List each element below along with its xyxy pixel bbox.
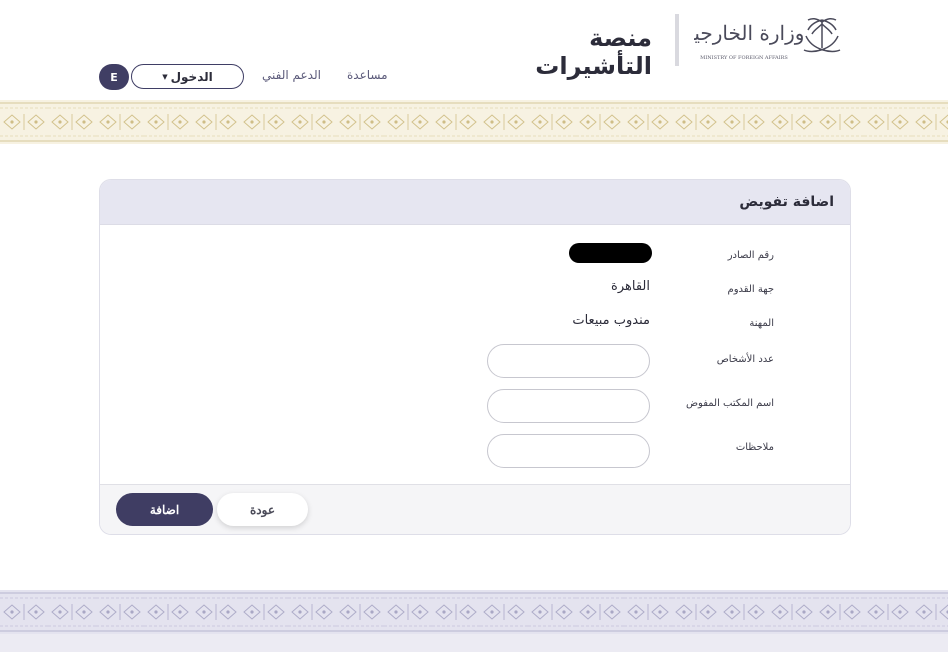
pattern-decoration [0, 590, 948, 634]
add-button[interactable]: اضافة [116, 493, 213, 526]
authorized-office-input[interactable] [487, 389, 650, 423]
issue-number-redacted [569, 243, 652, 263]
add-authorization-card: اضافة تفويض رقم الصادر جهة القدوم القاهر… [99, 179, 851, 535]
login-dropdown-button[interactable]: الدخول ▼ [131, 64, 244, 89]
logo-english-text: MINISTRY OF FOREIGN AFFAIRS [700, 55, 788, 61]
chevron-down-icon: ▼ [162, 72, 168, 81]
nav-help-link[interactable]: مساعدة [347, 68, 388, 82]
field-label-issue-number: رقم الصادر [727, 250, 774, 261]
saudi-emblem-icon: وزارة الخارجية MINISTRY OF FOREIGN AFFAI… [684, 17, 841, 61]
site-header: وزارة الخارجية MINISTRY OF FOREIGN AFFAI… [0, 0, 948, 100]
field-label-persons-count: عدد الأشخاص [716, 354, 774, 365]
top-decorative-band [0, 100, 948, 144]
nav-support-link[interactable]: الدعم الفني [262, 68, 321, 82]
site-title: منصة التأشيرات [535, 24, 652, 80]
ministry-logo[interactable]: وزارة الخارجية MINISTRY OF FOREIGN AFFAI… [684, 12, 852, 68]
header-divider [675, 14, 679, 66]
bottom-decorative-band [0, 590, 948, 652]
field-label-arrival-city: جهة القدوم [727, 284, 774, 295]
field-label-authorized-office: اسم المكتب المفوض [685, 398, 774, 409]
bottom-pattern [0, 590, 948, 634]
back-button[interactable]: عودة [217, 493, 308, 526]
card-footer: اضافة عودة [100, 484, 850, 534]
profession-value: مندوب مبيعات [572, 313, 650, 328]
field-label-notes: ملاحظات [735, 442, 774, 453]
login-label: الدخول [170, 69, 213, 84]
field-label-profession: المهنة [749, 318, 774, 329]
card-header: اضافة تفويض [100, 180, 850, 225]
card-title: اضافة تفويض [739, 194, 834, 210]
language-toggle-button[interactable]: E [99, 64, 129, 90]
logo-arabic-text: وزارة الخارجية [694, 21, 804, 45]
persons-count-input[interactable] [487, 344, 650, 378]
pattern-decoration [0, 100, 948, 144]
notes-input[interactable] [487, 434, 650, 468]
arrival-city-value: القاهرة [611, 279, 650, 294]
